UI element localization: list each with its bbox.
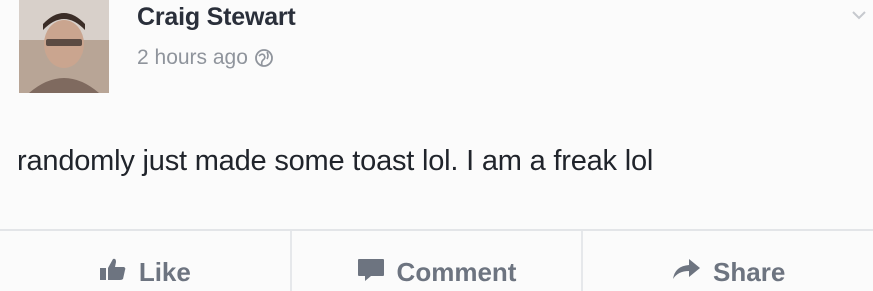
comment-button[interactable]: Comment [292, 231, 584, 291]
post-text: randomly just made some toast lol. I am … [17, 145, 654, 177]
comment-icon [357, 257, 385, 288]
thumbs-up-icon [99, 257, 127, 288]
post-card: Craig Stewart 2 hours ago randomly just … [0, 0, 873, 291]
share-label: Share [713, 256, 786, 287]
post-meta: 2 hours ago [137, 46, 274, 70]
action-bar: Like Comment Share [0, 231, 873, 291]
like-label: Like [138, 256, 191, 287]
timestamp[interactable]: 2 hours ago [137, 46, 248, 70]
avatar[interactable] [19, 0, 109, 93]
globe-icon [254, 48, 274, 68]
like-button[interactable]: Like [0, 231, 292, 291]
share-arrow-icon [671, 257, 701, 288]
author-name[interactable]: Craig Stewart [137, 3, 296, 32]
avatar-photo [19, 0, 109, 93]
comment-label: Comment [396, 256, 517, 287]
chevron-down-icon[interactable] [851, 8, 867, 20]
share-button[interactable]: Share [583, 231, 873, 291]
